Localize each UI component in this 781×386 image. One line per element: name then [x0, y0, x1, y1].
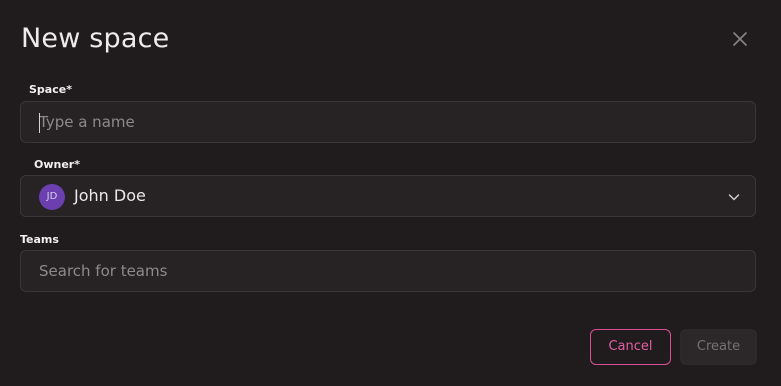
- dialog-title: New space: [21, 23, 170, 54]
- space-label: Space*: [29, 83, 72, 96]
- teams-label: Teams: [20, 233, 59, 246]
- create-button[interactable]: Create: [680, 329, 757, 365]
- teams-search-input[interactable]: [39, 251, 739, 291]
- text-caret: [39, 113, 40, 133]
- avatar: JD: [39, 184, 65, 210]
- owner-label: Owner*: [34, 158, 80, 171]
- teams-field-container: [20, 250, 756, 292]
- new-space-dialog: New space Space* Owner* JD John Doe Team…: [0, 0, 781, 386]
- cancel-button[interactable]: Cancel: [590, 329, 671, 365]
- owner-select[interactable]: JD John Doe: [20, 175, 756, 217]
- space-name-input[interactable]: [39, 102, 739, 142]
- chevron-down-icon[interactable]: [727, 189, 741, 203]
- owner-name: John Doe: [74, 186, 146, 205]
- close-icon[interactable]: [728, 27, 752, 51]
- space-field-container: [20, 101, 756, 143]
